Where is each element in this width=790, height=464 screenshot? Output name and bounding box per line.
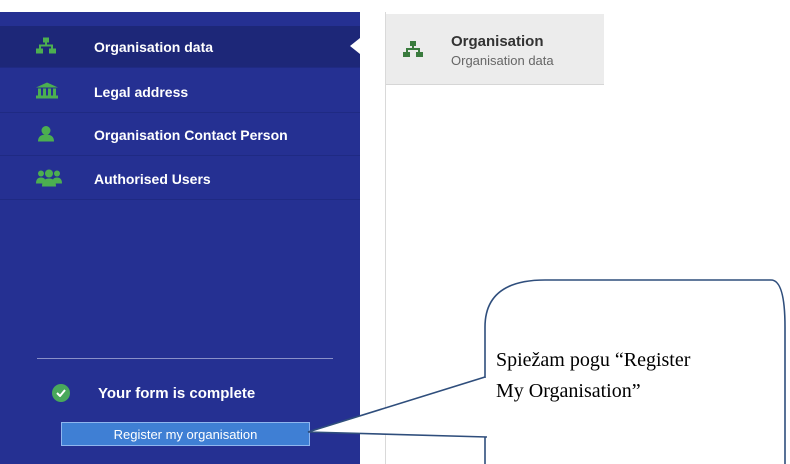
callout-line-2: My Organisation” <box>496 380 641 402</box>
callout-line-1: Spiežam pogu “Register <box>496 349 691 371</box>
callout-text: Spiežam pogu “Register My Organisation” <box>496 345 771 407</box>
